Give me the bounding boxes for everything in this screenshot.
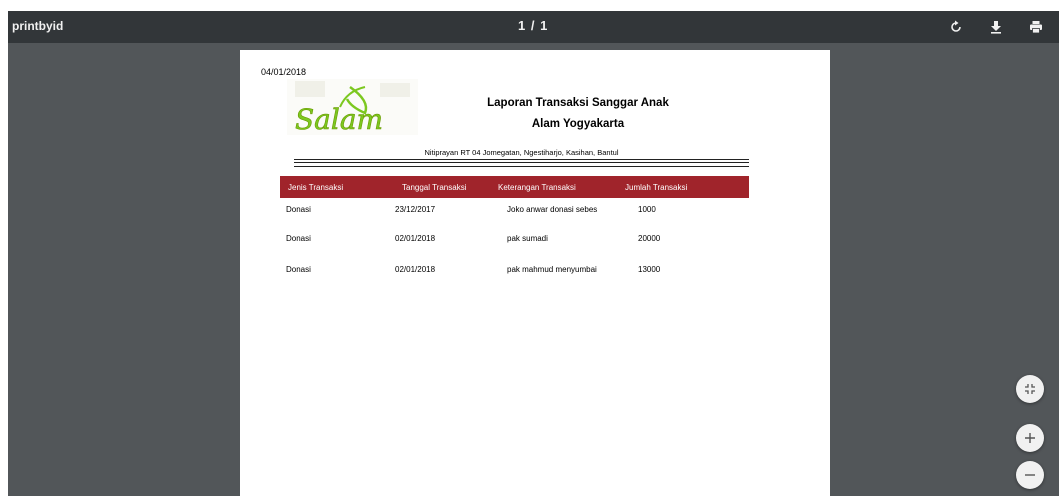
cell-tanggal: 23/12/2017	[395, 205, 436, 214]
column-header: Jenis Transaksi	[288, 183, 344, 192]
divider	[294, 166, 749, 167]
cell-jenis: Donasi	[286, 265, 311, 274]
page-indicator: 1 / 1	[518, 18, 549, 33]
cell-jumlah: 1000	[638, 205, 656, 214]
report-date: 04/01/2018	[261, 67, 307, 77]
divider	[294, 159, 749, 160]
cell-tanggal: 02/01/2018	[395, 265, 436, 274]
table-row: Donasi 02/01/2018 pak mahmud menyumbai 1…	[280, 265, 749, 279]
download-button[interactable]	[985, 16, 1007, 38]
cell-jumlah: 20000	[638, 234, 661, 243]
zoom-in-icon	[1025, 433, 1035, 443]
rotate-button[interactable]	[945, 16, 967, 38]
cell-jumlah: 13000	[638, 265, 661, 274]
rotate-icon	[951, 20, 961, 32]
column-header: Keterangan Transaksi	[498, 183, 576, 192]
download-icon	[991, 21, 1001, 34]
zoom-in-button[interactable]	[1016, 424, 1044, 452]
window-edge	[0, 0, 8, 496]
report-title-line2: Alam Yogyakarta	[531, 118, 625, 130]
cell-jenis: Donasi	[286, 234, 311, 243]
table-row: Donasi 02/01/2018 pak sumadi 20000	[280, 234, 749, 248]
divider	[294, 162, 749, 163]
salam-logo: Salam	[287, 79, 418, 136]
fit-page-button[interactable]	[1016, 375, 1044, 403]
svg-text:Salam: Salam	[295, 103, 383, 136]
report-title-line1: Laporan Transaksi Sanggar Anak	[487, 97, 669, 109]
fit-page-icon	[1025, 384, 1035, 394]
cell-keterangan: pak mahmud menyumbai	[507, 265, 597, 274]
cell-keterangan: Joko anwar donasi sebes	[507, 205, 598, 214]
document-title: printbyid	[12, 19, 64, 33]
cell-keterangan: pak sumadi	[507, 234, 548, 243]
column-header: Tanggal Transaksi	[402, 183, 467, 192]
table-row: Donasi 23/12/2017 Joko anwar donasi sebe…	[280, 205, 749, 219]
print-icon	[1030, 21, 1042, 34]
zoom-out-icon	[1025, 474, 1035, 476]
cell-jenis: Donasi	[286, 205, 311, 214]
report-address: Nitiprayan RT 04 Jomegatan, Ngestiharjo,…	[424, 148, 619, 157]
pdf-toolbar: printbyid 1 / 1	[8, 11, 1059, 43]
print-button[interactable]	[1025, 16, 1047, 38]
report-title: Laporan Transaksi Sanggar Anak Alam Yogy…	[468, 93, 688, 135]
column-header: Jumlah Transaksi	[625, 183, 688, 192]
table-header: Jenis Transaksi Tanggal Transaksi Ketera…	[280, 176, 749, 198]
zoom-out-button[interactable]	[1016, 461, 1044, 489]
pdf-viewer[interactable]: 04/01/2018 Salam Laporan Transaksi Sangg…	[8, 43, 1059, 496]
cell-tanggal: 02/01/2018	[395, 234, 436, 243]
pdf-page: 04/01/2018 Salam Laporan Transaksi Sangg…	[240, 50, 830, 496]
